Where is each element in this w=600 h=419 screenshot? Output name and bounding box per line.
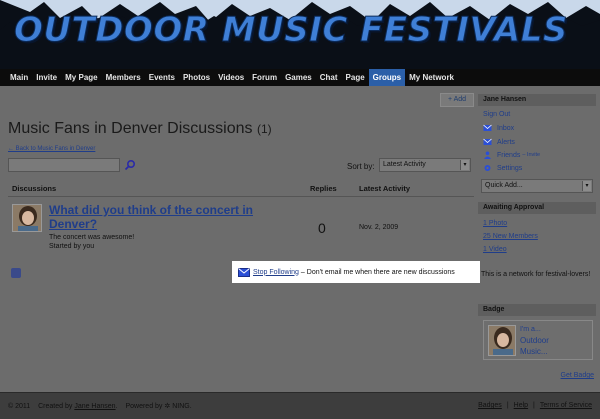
sidebar-item-label: Friends <box>497 151 521 159</box>
main-column: + Add Music Fans in Denver Discussions (… <box>0 86 480 392</box>
nav-item-my-network[interactable]: My Network <box>405 69 458 86</box>
approval-members-link[interactable]: 25 New Members <box>483 233 538 240</box>
badge-text: I'm a... Outdoor Music... <box>520 324 590 357</box>
sidebar-item-label: Settings <box>497 164 523 172</box>
ning-link[interactable]: NING. <box>172 403 191 410</box>
content-area: + Add Music Fans in Denver Discussions (… <box>0 86 600 392</box>
nav-item-photos[interactable]: Photos <box>179 69 214 86</box>
nav-item-members[interactable]: Members <box>102 69 145 86</box>
badge-avatar <box>488 325 516 356</box>
footer-terms-link[interactable]: Terms of Service <box>540 402 592 409</box>
sidebar-item-settings[interactable]: Settings <box>483 164 522 172</box>
discussion-count: (1) <box>256 122 272 136</box>
chevron-down-icon: ▾ <box>582 181 591 191</box>
sort-label: Sort by: <box>347 162 375 171</box>
inbox-icon <box>483 124 492 131</box>
sidebar-user-name: Jane Hansen <box>478 94 596 106</box>
discussion-title-link[interactable]: What did you think of the concert in Den… <box>49 203 259 231</box>
footer-badges-link[interactable]: Badges <box>478 402 502 409</box>
discussion-excerpt: The concert was awesome! <box>49 234 135 241</box>
sort-select[interactable]: Latest Activity ▾ <box>379 158 471 172</box>
sidebar-item-label: Alerts <box>497 138 515 146</box>
sign-out-link[interactable]: Sign Out <box>483 111 510 118</box>
network-description: This is a network for festival-lovers! <box>481 271 591 278</box>
sort-select-value: Latest Activity <box>383 161 426 168</box>
badge-line-1: I'm a... <box>520 326 541 333</box>
search-input[interactable] <box>8 158 120 172</box>
footer-credits: © 2011 Created by Jane Hansen. Powered b… <box>8 403 192 410</box>
creator-link[interactable]: Jane Hansen <box>74 403 115 410</box>
discussion-latest-activity: Nov. 2, 2009 <box>359 224 399 231</box>
footer-help-link[interactable]: Help <box>514 402 528 409</box>
site-header: OUTDOOR MUSIC FESTIVALS <box>0 0 600 70</box>
chevron-down-icon: ▾ <box>460 160 469 170</box>
ning-logo-icon: ✲ <box>164 403 171 410</box>
nav-item-chat[interactable]: Chat <box>316 69 342 86</box>
stop-following-description: – Don't email me when there are new disc… <box>300 268 455 276</box>
quick-add-value: Quick Add... <box>485 182 523 189</box>
nav-item-forum[interactable]: Forum <box>248 69 281 86</box>
sidebar-item-label: Inbox <box>497 124 515 132</box>
alert-icon <box>483 138 492 145</box>
get-badge-link[interactable]: Get Badge <box>561 372 594 379</box>
avatar[interactable] <box>12 204 42 232</box>
rss-icon[interactable] <box>11 268 21 278</box>
footer-links: Badges | Help | Terms of Service <box>478 402 592 409</box>
envelope-icon <box>238 267 250 277</box>
column-header-replies: Replies <box>310 184 337 193</box>
column-header-latest-activity: Latest Activity <box>359 184 410 193</box>
site-title[interactable]: OUTDOOR MUSIC FESTIVALS <box>14 10 568 51</box>
page-title: Music Fans in Denver Discussions (1) <box>8 120 272 138</box>
back-link[interactable]: ← Back to Music Fans in Denver <box>8 146 95 152</box>
friends-icon <box>484 151 491 159</box>
main-nav: Main Invite My Page Members Events Photo… <box>0 69 600 86</box>
badge-line-3: Music... <box>520 347 548 356</box>
powered-by-label: Powered by <box>125 403 163 410</box>
page-title-text: Music Fans in Denver Discussions <box>8 120 253 137</box>
sidebar-item-friends[interactable]: Friends – Invite <box>483 151 540 159</box>
sidebar-item-inbox[interactable]: Inbox <box>483 124 514 132</box>
add-discussion-button[interactable]: + Add <box>440 93 474 107</box>
follow-notice: Stop Following – Don't email me when the… <box>232 261 480 283</box>
awaiting-approval-heading: Awaiting Approval <box>478 202 596 214</box>
approval-photo-link[interactable]: 1 Photo <box>483 220 507 227</box>
sidebar-item-alerts[interactable]: Alerts <box>483 138 515 146</box>
sidebar: Jane Hansen Sign Out Inbox Alerts Friend… <box>476 86 600 392</box>
column-header-discussions: Discussions <box>12 184 57 193</box>
created-by-label: Created by <box>38 403 73 410</box>
header-divider <box>8 196 474 197</box>
nav-item-events[interactable]: Events <box>145 69 179 86</box>
nav-item-groups[interactable]: Groups <box>368 69 406 86</box>
badge-line-2: Outdoor <box>520 336 549 345</box>
nav-item-main[interactable]: Main <box>6 69 32 86</box>
nav-item-invite[interactable]: Invite <box>32 69 61 86</box>
network-badge[interactable]: I'm a... Outdoor Music... <box>483 320 593 360</box>
badge-heading: Badge <box>478 304 596 316</box>
page-footer: © 2011 Created by Jane Hansen. Powered b… <box>0 392 600 419</box>
quick-add-select[interactable]: Quick Add... ▾ <box>481 179 593 193</box>
nav-item-my-page[interactable]: My Page <box>61 69 101 86</box>
approval-video-link[interactable]: 1 Video <box>483 246 507 253</box>
gear-icon <box>484 165 491 171</box>
friends-invite-link[interactable]: – Invite <box>522 152 540 158</box>
search-icon[interactable] <box>124 159 136 171</box>
copyright-text: © 2011 <box>8 403 31 410</box>
nav-item-games[interactable]: Games <box>281 69 316 86</box>
nav-item-videos[interactable]: Videos <box>214 69 248 86</box>
nav-item-page[interactable]: Page <box>342 69 369 86</box>
discussion-reply-count: 0 <box>318 220 326 236</box>
discussion-started-by: Started by you <box>49 243 95 250</box>
stop-following-link[interactable]: Stop Following <box>253 269 299 276</box>
